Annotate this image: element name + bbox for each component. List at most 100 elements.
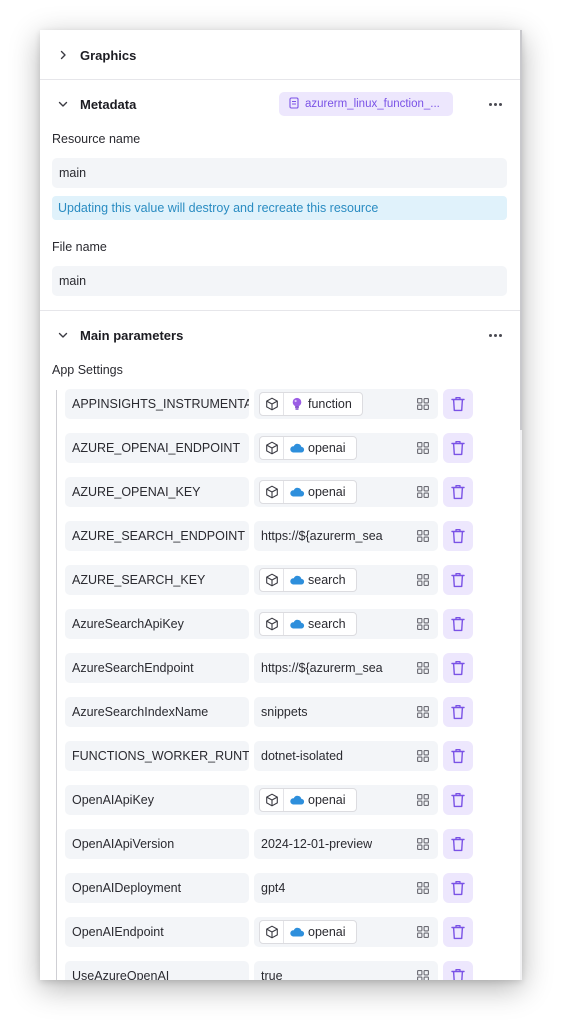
setting-value-input[interactable]: https://${azurerm_sea bbox=[254, 521, 438, 551]
section-title-graphics: Graphics bbox=[80, 47, 137, 63]
setting-value-input[interactable]: function bbox=[254, 389, 438, 419]
app-setting-row: FUNCTIONS_WORKER_RUNTIM dotnet-isolated bbox=[65, 741, 485, 775]
expression-grid-icon[interactable] bbox=[416, 705, 430, 719]
reference-name: openai bbox=[308, 441, 346, 455]
trash-icon bbox=[451, 748, 465, 764]
divider bbox=[40, 310, 520, 311]
expression-grid-icon[interactable] bbox=[416, 881, 430, 895]
delete-button[interactable] bbox=[443, 697, 473, 727]
app-setting-row: AZURE_OPENAI_ENDPOINT openai bbox=[65, 433, 485, 467]
expression-grid-icon[interactable] bbox=[416, 397, 430, 411]
expression-grid-icon[interactable] bbox=[416, 925, 430, 939]
setting-key-input[interactable]: AZURE_OPENAI_KEY bbox=[65, 477, 249, 507]
delete-button[interactable] bbox=[443, 653, 473, 683]
cloud-icon bbox=[287, 437, 307, 459]
expression-grid-icon[interactable] bbox=[416, 573, 430, 587]
setting-key-input[interactable]: OpenAIDeployment bbox=[65, 873, 249, 903]
resource-name-input[interactable]: main bbox=[52, 158, 507, 188]
setting-value-input[interactable]: openai bbox=[254, 917, 438, 947]
setting-value-text: true bbox=[261, 969, 283, 980]
setting-key-input[interactable]: FUNCTIONS_WORKER_RUNTIM bbox=[65, 741, 249, 771]
resource-reference-chip[interactable]: search bbox=[259, 568, 357, 592]
cloud-icon bbox=[287, 613, 307, 635]
cube-icon bbox=[260, 569, 284, 591]
delete-button[interactable] bbox=[443, 741, 473, 771]
main-parameters-more-menu-icon[interactable] bbox=[485, 327, 505, 343]
setting-key-input[interactable]: UseAzureOpenAI bbox=[65, 961, 249, 980]
delete-button[interactable] bbox=[443, 873, 473, 903]
setting-value-input[interactable]: true bbox=[254, 961, 438, 980]
setting-value-input[interactable]: snippets bbox=[254, 697, 438, 727]
setting-key-input[interactable]: AZURE_SEARCH_KEY bbox=[65, 565, 249, 595]
resource-type-label: azurerm_linux_function_... bbox=[305, 98, 440, 110]
resource-reference-chip[interactable]: function bbox=[259, 392, 363, 416]
setting-value-input[interactable]: 2024-12-01-preview bbox=[254, 829, 438, 859]
metadata-more-menu-icon[interactable] bbox=[485, 96, 505, 112]
app-setting-row: AZURE_SEARCH_KEY search bbox=[65, 565, 485, 599]
resource-reference-chip[interactable]: openai bbox=[259, 920, 357, 944]
scrollbar-thumb[interactable] bbox=[520, 30, 522, 430]
expression-grid-icon[interactable] bbox=[416, 661, 430, 675]
expression-grid-icon[interactable] bbox=[416, 529, 430, 543]
resource-reference-chip[interactable]: openai bbox=[259, 788, 357, 812]
delete-button[interactable] bbox=[443, 521, 473, 551]
chevron-down-icon[interactable] bbox=[56, 328, 70, 342]
setting-value-input[interactable]: openai bbox=[254, 433, 438, 463]
expression-grid-icon[interactable] bbox=[416, 793, 430, 807]
cloud-icon bbox=[287, 789, 307, 811]
app-setting-row: AZURE_SEARCH_ENDPOINT https://${azurerm_s… bbox=[65, 521, 485, 555]
setting-key-input[interactable]: AzureSearchIndexName bbox=[65, 697, 249, 727]
delete-button[interactable] bbox=[443, 389, 473, 419]
setting-key-input[interactable]: AzureSearchApiKey bbox=[65, 609, 249, 639]
cube-icon bbox=[260, 393, 284, 415]
setting-key-input[interactable]: OpenAIEndpoint bbox=[65, 917, 249, 947]
delete-button[interactable] bbox=[443, 785, 473, 815]
chevron-down-icon[interactable] bbox=[56, 97, 70, 111]
delete-button[interactable] bbox=[443, 961, 473, 980]
delete-button[interactable] bbox=[443, 565, 473, 595]
setting-key-input[interactable]: OpenAIApiVersion bbox=[65, 829, 249, 859]
cloud-icon bbox=[287, 481, 307, 503]
resource-reference-chip[interactable]: search bbox=[259, 612, 357, 636]
setting-key-input[interactable]: OpenAIApiKey bbox=[65, 785, 249, 815]
delete-button[interactable] bbox=[443, 609, 473, 639]
expression-grid-icon[interactable] bbox=[416, 441, 430, 455]
delete-button[interactable] bbox=[443, 829, 473, 859]
setting-value-input[interactable]: dotnet-isolated bbox=[254, 741, 438, 771]
setting-value-text: dotnet-isolated bbox=[261, 749, 344, 763]
resource-reference-chip[interactable]: openai bbox=[259, 480, 357, 504]
delete-button[interactable] bbox=[443, 477, 473, 507]
expression-grid-icon[interactable] bbox=[416, 617, 430, 631]
setting-value-text: https://${azurerm_sea bbox=[261, 661, 383, 675]
chevron-right-icon[interactable] bbox=[56, 48, 70, 62]
setting-value-input[interactable]: search bbox=[254, 609, 438, 639]
setting-value-text: snippets bbox=[261, 705, 308, 719]
section-main-parameters-header[interactable]: Main parameters bbox=[40, 320, 520, 350]
resource-type-badge[interactable]: azurerm_linux_function_... bbox=[279, 92, 453, 116]
setting-value-input[interactable]: gpt4 bbox=[254, 873, 438, 903]
setting-key-input[interactable]: AZURE_SEARCH_ENDPOINT bbox=[65, 521, 249, 551]
delete-button[interactable] bbox=[443, 917, 473, 947]
section-graphics-header[interactable]: Graphics bbox=[40, 40, 520, 70]
setting-value-input[interactable]: openai bbox=[254, 477, 438, 507]
trash-icon bbox=[451, 924, 465, 940]
resource-name-label: Resource name bbox=[52, 132, 141, 146]
file-name-input[interactable]: main bbox=[52, 266, 507, 296]
app-setting-row: OpenAIApiKey openai bbox=[65, 785, 485, 819]
resource-reference-chip[interactable]: openai bbox=[259, 436, 357, 460]
setting-value-input[interactable]: https://${azurerm_sea bbox=[254, 653, 438, 683]
setting-value-input[interactable]: search bbox=[254, 565, 438, 595]
trash-icon bbox=[451, 616, 465, 632]
setting-value-input[interactable]: openai bbox=[254, 785, 438, 815]
expression-grid-icon[interactable] bbox=[416, 837, 430, 851]
expression-grid-icon[interactable] bbox=[416, 485, 430, 499]
trash-icon bbox=[451, 440, 465, 456]
expression-grid-icon[interactable] bbox=[416, 749, 430, 763]
app-setting-row: UseAzureOpenAI true bbox=[65, 961, 485, 980]
section-title-metadata: Metadata bbox=[80, 96, 137, 112]
delete-button[interactable] bbox=[443, 433, 473, 463]
setting-key-input[interactable]: AzureSearchEndpoint bbox=[65, 653, 249, 683]
expression-grid-icon[interactable] bbox=[416, 969, 430, 980]
setting-key-input[interactable]: AZURE_OPENAI_ENDPOINT bbox=[65, 433, 249, 463]
setting-key-input[interactable]: APPINSIGHTS_INSTRUMENTAT bbox=[65, 389, 249, 419]
